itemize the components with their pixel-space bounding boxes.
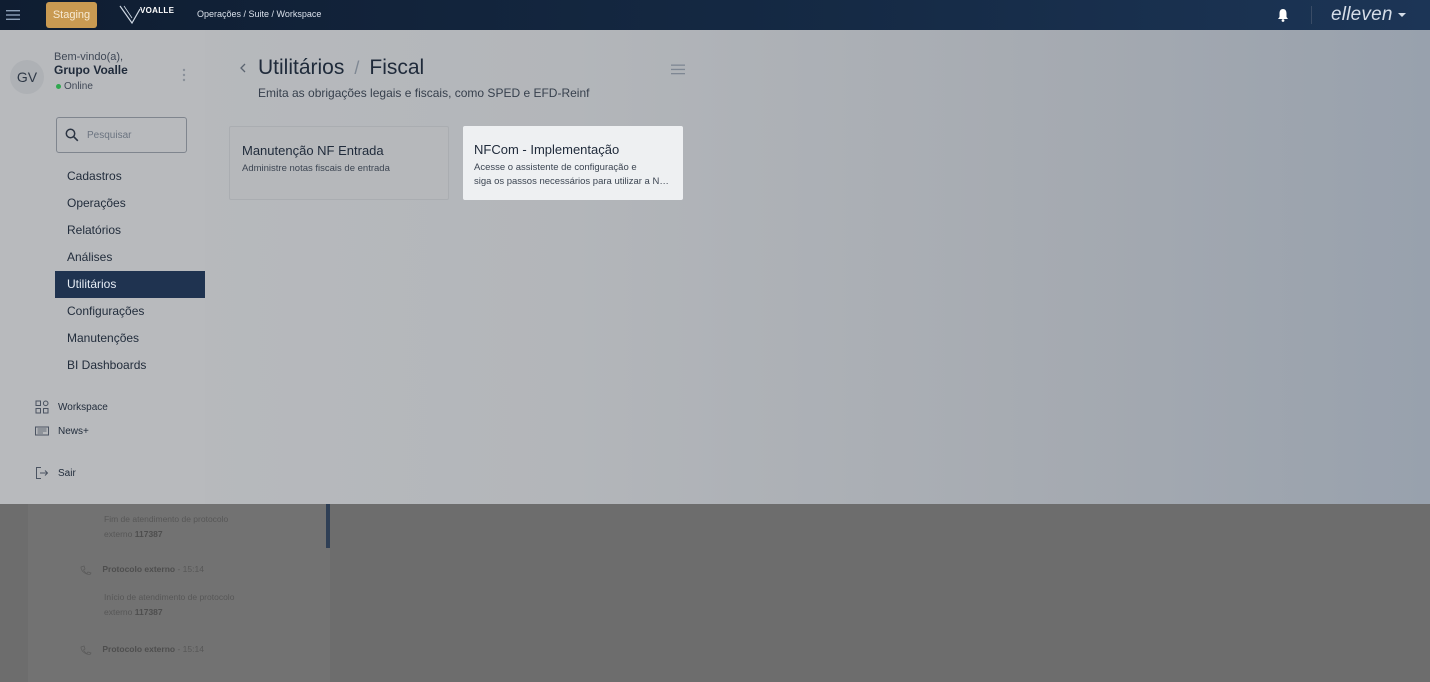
feed-entry-header: Protocolo externo - 15:14 (80, 644, 204, 655)
logout-icon (36, 467, 49, 479)
logout-button[interactable]: Sair (35, 465, 76, 481)
status-text: Online (64, 81, 93, 92)
card-nfcom-implementacao[interactable]: NFCom - Implementação Acesse o assistent… (463, 126, 683, 200)
sidebar-item-relatorios[interactable]: Relatórios (55, 217, 205, 244)
breadcrumb[interactable]: Operações / Suite / Workspace (197, 9, 321, 19)
sidebar: GV Bem-vindo(a), Grupo Voalle Online Cad… (0, 30, 205, 504)
logo-text: VOALLE (140, 6, 175, 15)
sidebar-item-configuracoes[interactable]: Configurações (55, 298, 205, 325)
sidebar-item-news[interactable]: News+ (35, 423, 89, 439)
logout-label: Sair (58, 467, 76, 479)
page-subtitle: Emita as obrigações legais e fiscais, co… (258, 86, 590, 100)
sidebar-item-cadastros[interactable]: Cadastros (55, 163, 205, 190)
news-icon (35, 426, 49, 436)
title-separator: / (354, 58, 360, 78)
card-manutencao-nf-entrada[interactable]: Manutenção NF Entrada Administre notas f… (229, 126, 449, 200)
back-chevron-icon[interactable] (239, 62, 247, 74)
workspace-label: Workspace (58, 401, 108, 413)
feed-entry-header: Protocolo externo - 15:14 (80, 564, 204, 575)
grid-icon (35, 400, 49, 414)
online-dot-icon (56, 84, 61, 89)
page-title-section[interactable]: Utilitários (258, 56, 344, 80)
kebab-menu-icon[interactable] (180, 66, 188, 84)
sidebar-item-manutencoes[interactable]: Manutenções (55, 325, 205, 352)
page-title: Utilitários / Fiscal (258, 56, 424, 80)
search-icon (65, 128, 79, 142)
bell-icon[interactable] (1276, 7, 1290, 23)
company-name: Grupo Voalle (54, 63, 128, 77)
search-input[interactable] (87, 129, 177, 141)
feed-entry-text: Fim de atendimento de protocolo externo … (104, 514, 229, 539)
hamburger-menu-icon[interactable] (0, 0, 26, 30)
chevron-down-icon[interactable] (1398, 12, 1406, 18)
background-overlay: Fim de atendimento de protocolo externo … (0, 504, 1430, 682)
card-description-line2: siga os passos necessários para utilizar… (474, 176, 671, 187)
top-bar: Staging VOALLE Operações / Suite / Works… (0, 0, 1430, 30)
phone-icon (80, 565, 92, 575)
sidebar-item-workspace[interactable]: Workspace (35, 399, 108, 415)
welcome-text: Bem-vindo(a), (54, 51, 124, 63)
status-indicator: Online (56, 81, 93, 92)
brand-name[interactable]: elleven (1331, 4, 1393, 26)
sidebar-item-utilitarios[interactable]: Utilitários (55, 271, 205, 298)
card-title: NFCom - Implementação (474, 142, 620, 157)
environment-badge: Staging (46, 2, 97, 28)
app-content: GV Bem-vindo(a), Grupo Voalle Online Cad… (0, 30, 1430, 504)
card-description: Administre notas fiscais de entrada (242, 163, 390, 174)
feed-entry-text: Início de atendimento de protocolo exter… (104, 592, 235, 617)
sidebar-nav: Cadastros Operações Relatórios Análises … (55, 163, 205, 379)
avatar[interactable]: GV (10, 60, 44, 94)
sidebar-item-analises[interactable]: Análises (55, 244, 205, 271)
sidebar-item-bi-dashboards[interactable]: BI Dashboards (55, 352, 205, 379)
background-scrollbar (326, 504, 330, 548)
topbar-divider (1311, 6, 1312, 24)
page-title-current: Fiscal (369, 56, 425, 79)
card-description: Acesse o assistente de configuração e (474, 162, 637, 173)
list-menu-icon[interactable] (671, 64, 685, 75)
search-box[interactable] (56, 117, 187, 153)
news-label: News+ (58, 425, 89, 437)
card-title: Manutenção NF Entrada (242, 143, 384, 158)
sidebar-item-operacoes[interactable]: Operações (55, 190, 205, 217)
phone-icon (80, 645, 92, 655)
